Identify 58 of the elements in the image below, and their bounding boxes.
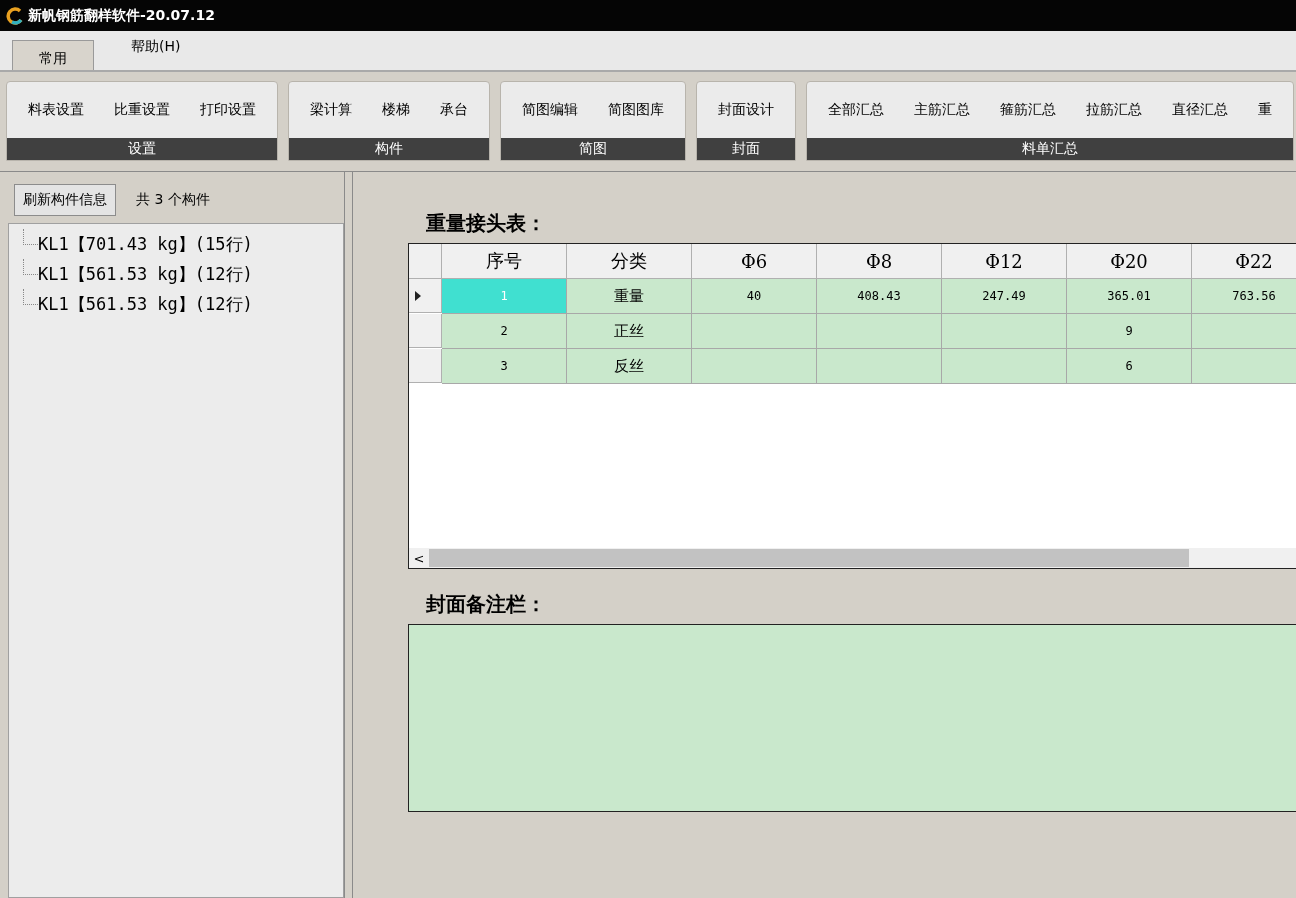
tree-item[interactable]: KL1【561.53 kg】(12行) [38,262,253,286]
ribbon-button[interactable]: 比重设置 [99,88,185,132]
table-cell: 9 [1067,314,1192,349]
notes-field[interactable] [408,624,1296,812]
component-count: 共 3 个构件 [136,191,210,209]
ribbon-button[interactable]: 简图编辑 [507,88,593,132]
table-cell: 反丝 [567,349,692,384]
ribbon-button[interactable]: 料表设置 [13,88,99,132]
table-cell: 重量 [567,279,692,314]
group-label: 设置 [7,138,277,160]
group-label: 料单汇总 [807,138,1293,160]
ribbon-button[interactable]: 重 [1243,88,1287,132]
ribbon-button[interactable]: 封面设计 [703,88,789,132]
table-corner-cell [409,244,442,279]
group-label: 简图 [501,138,685,160]
menu-tab[interactable]: 帮助(H) [104,37,208,70]
table-cell: 365.01 [1067,279,1192,314]
ribbon-button[interactable]: 主筋汇总 [899,88,985,132]
ribbon-button[interactable]: 全部汇总 [813,88,899,132]
row-pointer-icon [415,290,421,301]
row-header[interactable] [409,279,442,313]
horizontal-scrollbar[interactable]: < [409,548,1296,568]
table-cell: 2 [442,314,567,349]
column-header: 序号 [442,244,567,279]
table-title: 重量接头表： [426,210,547,237]
refresh-button[interactable]: 刷新构件信息 [14,184,116,216]
column-header: Φ6 [692,244,817,279]
column-header: Φ8 [817,244,942,279]
ribbon-button[interactable]: 梁计算 [295,88,367,132]
column-header: Φ20 [1067,244,1192,279]
group-label: 构件 [289,138,489,160]
scroll-left-arrow[interactable]: < [409,550,429,566]
table-cell: 247.49 [942,279,1067,314]
tree-item[interactable]: KL1【561.53 kg】(12行) [38,292,253,316]
column-header: Φ12 [942,244,1067,279]
table-cell: 正丝 [567,314,692,349]
tree-item[interactable]: KL1【701.43 kg】(15行) [38,232,253,256]
ribbon-button[interactable]: 简图图库 [593,88,679,132]
column-header: 分类 [567,244,692,279]
table-cell: 40 [692,279,817,314]
scrollbar-thumb[interactable] [429,549,1189,567]
ribbon-button[interactable]: 拉筋汇总 [1071,88,1157,132]
ribbon-button[interactable]: 承台 [425,88,483,132]
table-cell: 1 [442,279,567,314]
ribbon-button[interactable]: 打印设置 [185,88,271,132]
notes-title: 封面备注栏： [426,591,547,618]
table-cell: 408.43 [817,279,942,314]
window-title: 新帆钢筋翻样软件-20.07.12 [28,6,215,25]
table-cell: 763.56 [1192,279,1296,314]
column-header: Φ22 [1192,244,1296,279]
ribbon-button[interactable]: 箍筋汇总 [985,88,1071,132]
menu-tab[interactable]: 常用 [12,40,94,70]
app-logo-icon [6,6,24,25]
group-label: 封面 [697,138,795,160]
table-cell: 6 [1067,349,1192,384]
table-cell: 3 [442,349,567,384]
ribbon-button[interactable]: 楼梯 [367,88,425,132]
ribbon-button[interactable]: 直径汇总 [1157,88,1243,132]
